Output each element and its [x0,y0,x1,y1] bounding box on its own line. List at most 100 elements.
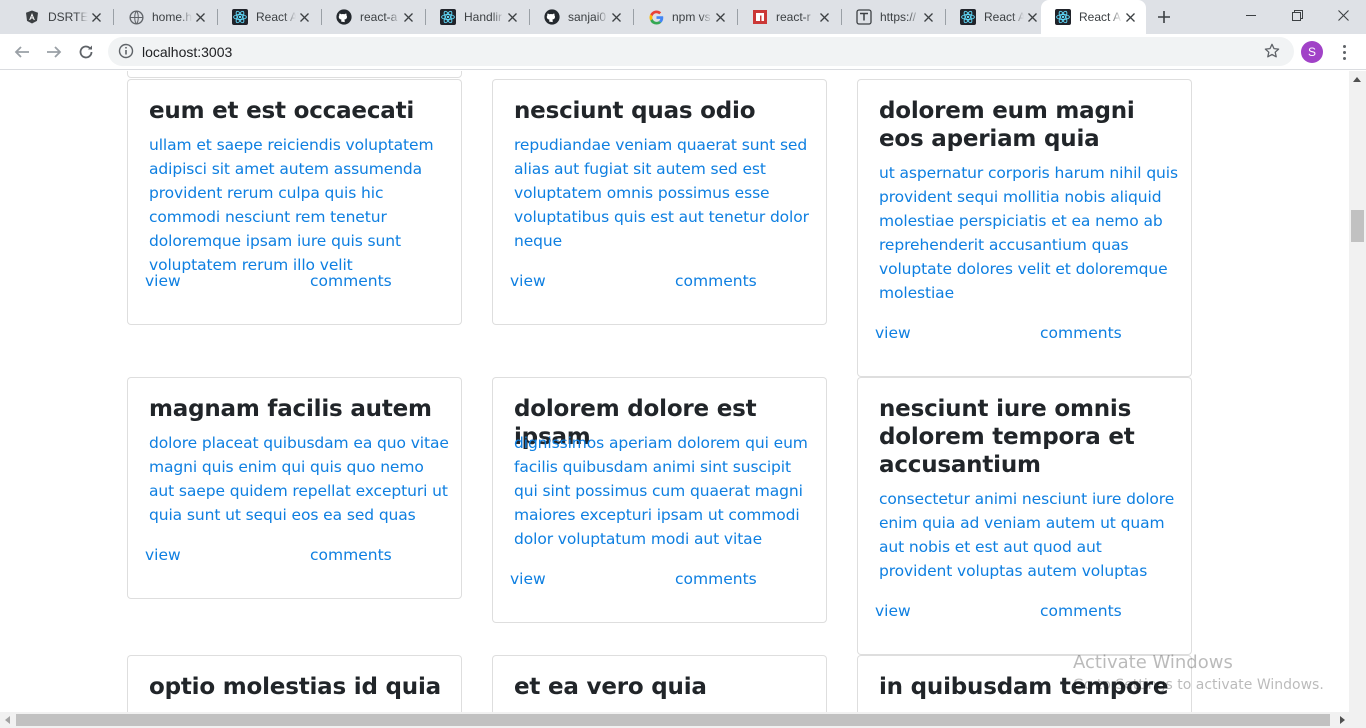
tab-separator [425,9,426,25]
tab-close-icon[interactable] [712,9,728,25]
browser-tab[interactable]: sanjai0 [530,0,632,34]
tab-close-icon[interactable] [504,9,520,25]
tab-strip: DSRTEx home.h React A react-a Handlir sanjai0… [0,0,1366,34]
tab-separator [321,9,322,25]
restore-button[interactable] [1274,0,1320,30]
tab-close-icon[interactable] [192,9,208,25]
url-text[interactable]: localhost:3003 [142,44,232,60]
new-tab-button[interactable] [1152,5,1176,29]
scroll-up-icon[interactable] [1353,77,1361,82]
post-title: dolorem eum magni eos aperiam quia [879,98,1135,152]
tab-title: react-a [360,10,398,24]
github-icon [336,9,352,25]
post-card: nesciunt iure omnis dolorem tempora et a… [857,377,1192,655]
card-partial [127,71,462,78]
comments-link[interactable]: comments [675,271,757,291]
bookmark-star-icon[interactable] [1264,43,1280,59]
view-link[interactable]: view [875,323,911,343]
globe-icon [128,9,144,25]
restore-icon [1291,9,1303,21]
post-title: nesciunt iure omnis dolorem tempora et a… [879,396,1135,478]
tab-title: React A [1079,10,1122,24]
google-icon [648,9,664,25]
tab-title: sanjai0 [568,10,607,24]
menu-dot-icon [1342,56,1346,60]
scroll-right-icon[interactable] [1340,716,1345,724]
tab-close-icon[interactable] [296,9,312,25]
post-card: nesciunt quas odio repudiandae veniam qua… [492,79,827,325]
forward-arrow-icon [47,46,62,58]
close-window-button[interactable] [1320,0,1366,30]
reload-icon [79,45,93,59]
comments-link[interactable]: comments [310,271,392,291]
tab-separator [945,9,946,25]
tab-separator [529,9,530,25]
browser-tab[interactable]: react-a [322,0,424,34]
tab-separator [737,9,738,25]
npm-icon [752,9,768,25]
browser-tab[interactable]: React A [1041,0,1146,34]
comments-link[interactable]: comments [1040,601,1122,621]
tab-close-icon[interactable] [920,9,936,25]
profile-avatar[interactable]: S [1301,41,1323,63]
tab-separator [113,9,114,25]
browser-tab[interactable]: npm vs [634,0,736,34]
tab-close-icon[interactable] [1122,9,1138,25]
horizontal-scroll-thumb[interactable] [16,714,1330,726]
post-title: nesciunt quas odio [514,98,756,124]
post-card: eum et est occaecati ullam et saepe reici… [127,79,462,325]
tab-close-icon[interactable] [88,9,104,25]
browser-tab[interactable]: Handlir [426,0,528,34]
close-icon [1337,9,1349,21]
tab-separator [841,9,842,25]
info-icon[interactable] [118,43,134,59]
post-body: repudiandae veniam quaerat sunt sed alia… [514,136,809,250]
view-link[interactable]: view [875,601,911,621]
browser-tab[interactable]: https:// [842,0,944,34]
view-link[interactable]: view [145,545,181,565]
vertical-scroll-thumb[interactable] [1351,210,1364,242]
tab-title: npm vs [672,10,711,24]
tab-close-icon[interactable] [816,9,832,25]
tab-close-icon[interactable] [608,9,624,25]
menu-dot-icon [1342,44,1346,48]
loading-icon [856,9,872,25]
comments-link[interactable]: comments [1040,323,1122,343]
minimize-icon [1246,15,1256,16]
post-body: consectetur animi nesciunt iure dolore e… [879,490,1175,580]
post-card: dolorem dolore est ipsam dignissimos aper… [492,377,827,623]
tab-title: https:// [880,10,917,24]
browser-tab[interactable]: React A [218,0,320,34]
browser-tab[interactable]: home.h [114,0,216,34]
tab-separator [217,9,218,25]
angular-icon [24,9,40,25]
browser-tab[interactable]: DSRTEx [10,0,112,34]
plus-icon [1158,11,1170,23]
react-icon [440,9,456,25]
view-link[interactable]: view [510,569,546,589]
comments-link[interactable]: comments [310,545,392,565]
post-title: magnam facilis autem [149,396,432,422]
menu-dot-icon [1342,50,1346,54]
tab-separator [633,9,634,25]
browser-tab[interactable]: react-r [738,0,840,34]
back-arrow-icon [14,46,29,58]
back-button[interactable] [10,40,34,64]
address-bar[interactable]: localhost:3003 [108,37,1294,66]
view-link[interactable]: view [145,271,181,291]
horizontal-scrollbar[interactable] [0,712,1366,728]
post-title: et ea vero quia [514,674,707,700]
scroll-left-icon[interactable] [5,716,10,724]
post-body: dolore placeat quibusdam ea quo vitae ma… [149,434,449,524]
reload-button[interactable] [74,40,98,64]
forward-button[interactable] [42,40,66,64]
view-link[interactable]: view [510,271,546,291]
tab-close-icon[interactable] [1024,9,1040,25]
browser-tab[interactable]: React A [946,0,1048,34]
minimize-button[interactable] [1228,0,1274,30]
comments-link[interactable]: comments [675,569,757,589]
browser-menu-button[interactable] [1334,42,1354,62]
tab-close-icon[interactable] [400,9,416,25]
vertical-scrollbar[interactable] [1349,71,1366,712]
tab-title: DSRTEx [48,10,88,24]
